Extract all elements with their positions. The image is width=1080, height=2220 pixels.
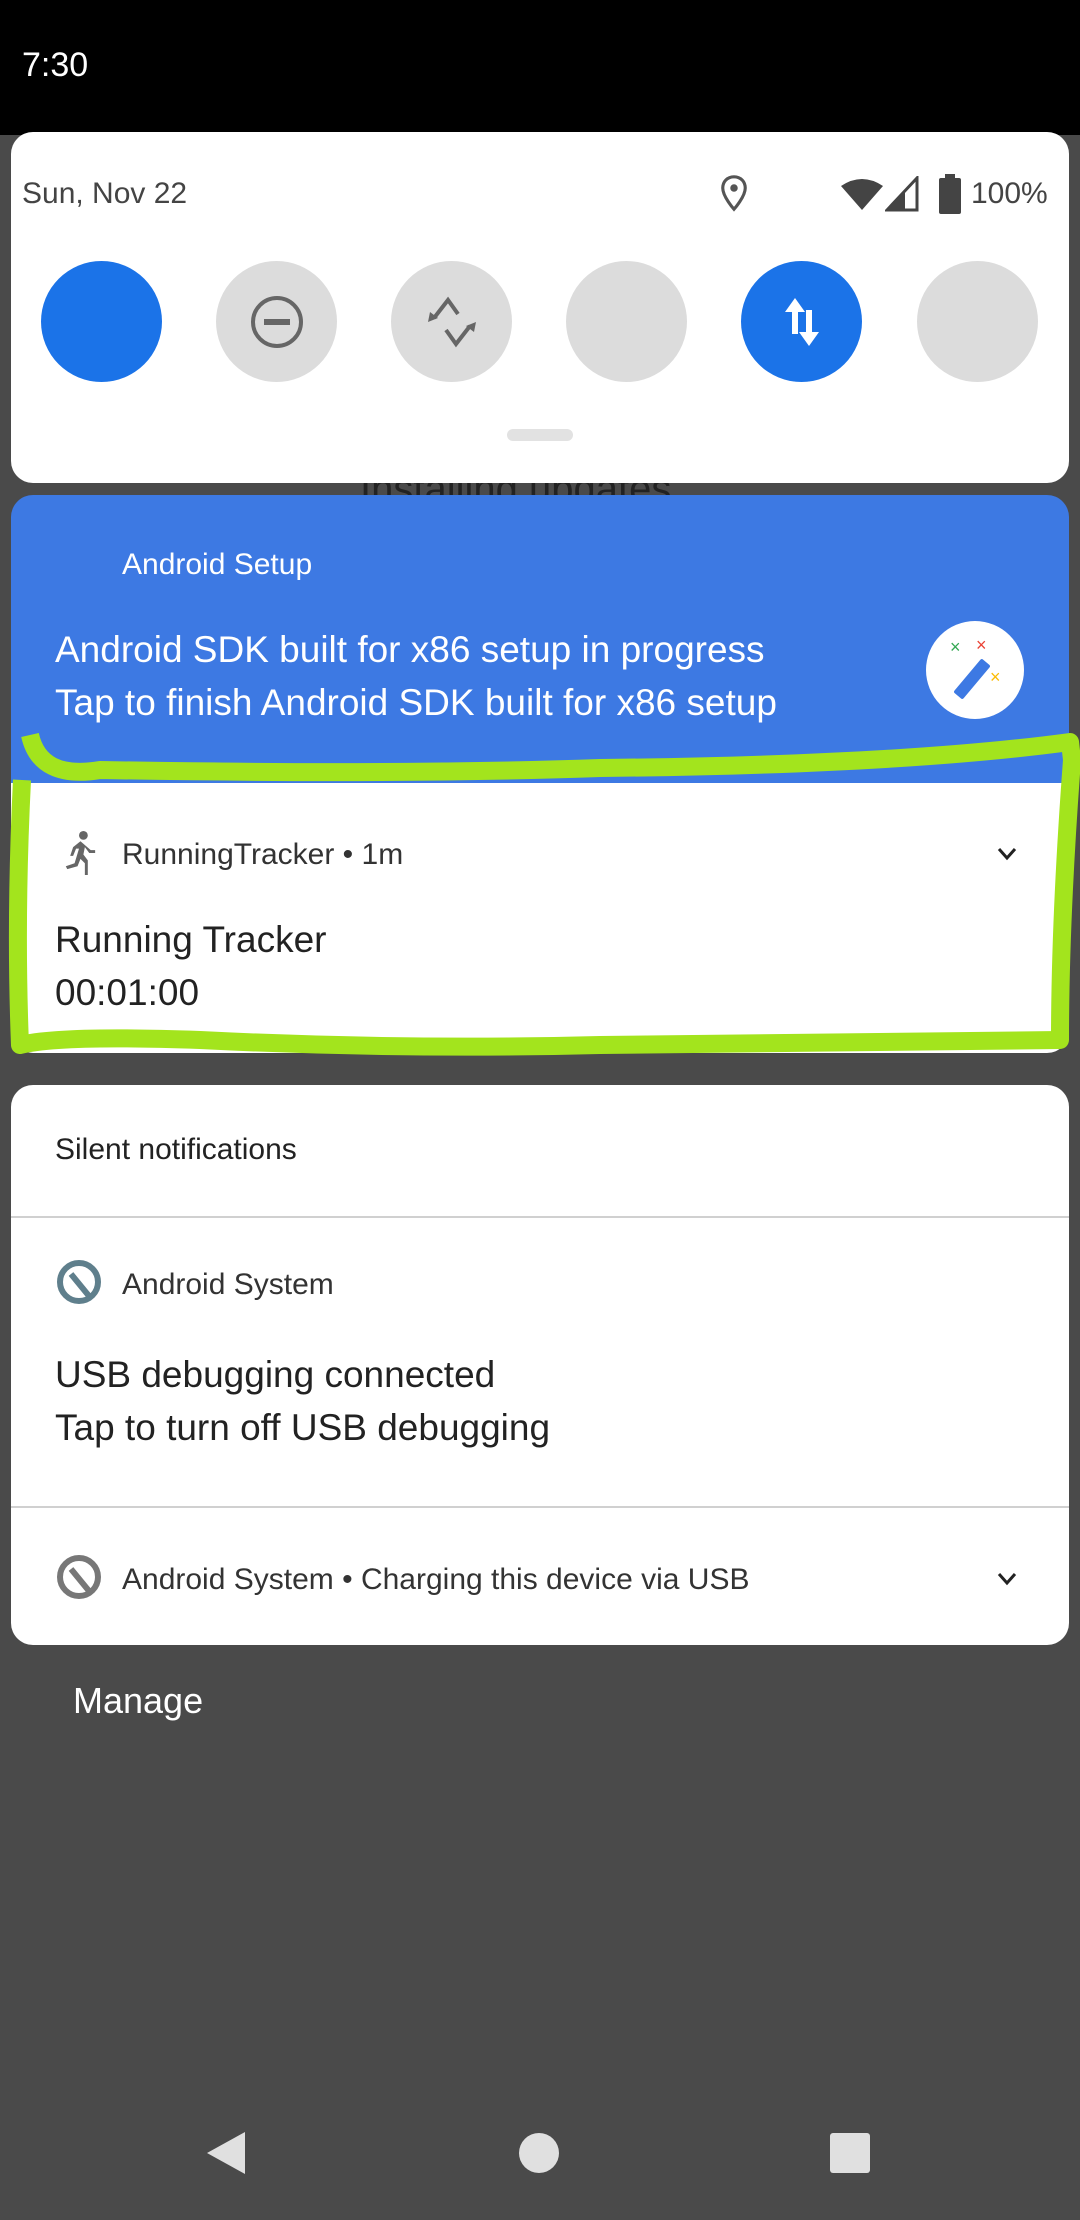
notification-title: USB debugging connected <box>55 1354 496 1395</box>
cell-signal-icon <box>885 176 919 212</box>
date: Sun, Nov 22 <box>22 177 188 210</box>
mobile-data-tile[interactable] <box>741 261 862 382</box>
section-header: Silent notifications <box>55 1133 297 1166</box>
auto-rotate-icon <box>427 296 476 347</box>
silent-notifications-section: Silent notifications Android System USB … <box>11 1085 1069 1645</box>
drag-handle[interactable] <box>507 429 573 441</box>
app-name: Android System <box>122 1268 334 1301</box>
notification-text: Tap to finish Android SDK built for x86 … <box>55 682 777 723</box>
android-system-icon <box>57 1555 101 1599</box>
back-icon[interactable] <box>205 2130 247 2176</box>
do-not-disturb-tile[interactable] <box>216 261 337 382</box>
battery-percent: 100% <box>971 177 1048 210</box>
mobile-data-icon <box>784 297 819 346</box>
notification-text: Tap to turn off USB debugging <box>55 1407 551 1448</box>
svg-text:×: × <box>990 667 1001 687</box>
highlight-annotation <box>8 732 1080 1056</box>
expand-chevron-icon[interactable] <box>996 1571 1018 1587</box>
battery-icon <box>939 174 961 214</box>
clock: 7:30 <box>22 46 89 84</box>
do-not-disturb-icon <box>250 295 303 348</box>
notification-charging[interactable]: Android System • Charging this device vi… <box>11 1508 1069 1645</box>
app-name: Android Setup <box>122 548 313 581</box>
wifi-tile[interactable] <box>41 261 162 382</box>
setup-wizard-icon: × ×× <box>926 621 1024 719</box>
recents-icon[interactable] <box>830 2133 870 2173</box>
quick-settings-panel: Sun, Nov 22 100% <box>11 132 1069 483</box>
notification-title: Android SDK built for x86 setup in progr… <box>55 629 765 670</box>
wifi-icon <box>841 179 883 210</box>
android-system-icon <box>57 1260 101 1304</box>
location-icon <box>721 175 747 212</box>
bluetooth-tile[interactable] <box>566 261 687 382</box>
app-name: Android System • Charging this device vi… <box>122 1563 750 1596</box>
auto-rotate-tile[interactable] <box>391 261 512 382</box>
notification-title: Charging this device via USB <box>360 1563 750 1596</box>
svg-text:×: × <box>950 637 961 657</box>
flashlight-tile[interactable] <box>917 261 1038 382</box>
app-name-text: Android System <box>122 1563 334 1596</box>
status-bar: 7:30 <box>0 0 1080 135</box>
manage-button[interactable]: Manage <box>73 1680 203 1722</box>
svg-text:×: × <box>976 635 987 655</box>
home-icon[interactable] <box>518 2132 560 2174</box>
